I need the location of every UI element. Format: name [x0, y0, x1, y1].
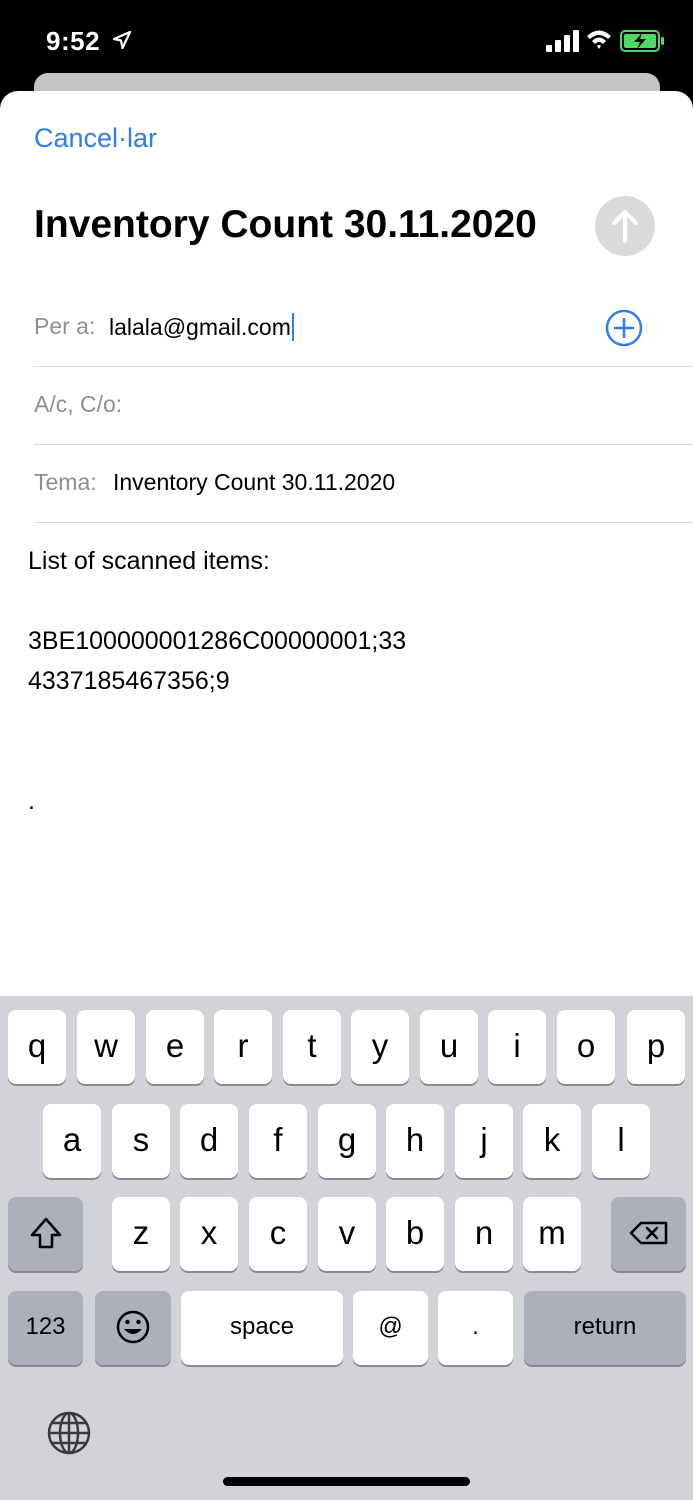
body-line: .: [28, 787, 35, 815]
shift-icon: [30, 1217, 61, 1249]
key-j[interactable]: j: [455, 1104, 513, 1178]
key-k[interactable]: k: [523, 1104, 581, 1178]
key-h[interactable]: h: [386, 1104, 444, 1178]
subject-field-row[interactable]: Tema: Inventory Count 30.11.2020: [34, 445, 693, 523]
key-q[interactable]: q: [8, 1010, 66, 1084]
to-label: Per a:: [34, 313, 96, 339]
message-body[interactable]: List of scanned items: 3BE100000001286C0…: [28, 541, 668, 821]
emoji-icon: [116, 1310, 150, 1344]
key-r[interactable]: r: [214, 1010, 272, 1084]
cancel-button[interactable]: Cancel·lar: [34, 123, 157, 154]
body-line: 3BE100000001286C00000001;33: [28, 627, 407, 655]
return-key[interactable]: return: [524, 1291, 686, 1365]
wifi-icon: [587, 30, 611, 49]
status-bar: 9:52: [0, 0, 693, 84]
key-y[interactable]: y: [351, 1010, 409, 1084]
battery-icon: [620, 30, 664, 52]
send-button[interactable]: [595, 196, 655, 256]
to-value: lalala@gmail.com: [109, 314, 291, 340]
globe-icon[interactable]: [46, 1410, 92, 1456]
key-b[interactable]: b: [386, 1197, 444, 1271]
shift-key[interactable]: [8, 1197, 83, 1271]
key-z[interactable]: z: [112, 1197, 170, 1271]
key-x[interactable]: x: [180, 1197, 238, 1271]
body-line: [28, 741, 668, 781]
text-caret: [291, 313, 294, 341]
key-t[interactable]: t: [283, 1010, 341, 1084]
status-time: 9:52: [46, 26, 101, 56]
to-field[interactable]: lalala@gmail.com: [109, 313, 294, 341]
key-p[interactable]: p: [627, 1010, 685, 1084]
signal-icon: [546, 30, 579, 52]
key-n[interactable]: n: [455, 1197, 513, 1271]
key-a[interactable]: a: [43, 1104, 101, 1178]
cc-label: A/c, C/o:: [34, 391, 123, 417]
body-line: [28, 581, 668, 621]
numbers-key[interactable]: 123: [8, 1291, 83, 1365]
key-v[interactable]: v: [318, 1197, 376, 1271]
key-m[interactable]: m: [523, 1197, 581, 1271]
key-l[interactable]: l: [592, 1104, 650, 1178]
body-line: List of scanned items:: [28, 547, 270, 575]
arrow-up-icon: [612, 210, 638, 243]
key-g[interactable]: g: [318, 1104, 376, 1178]
body-line: 4337185467356;9: [28, 667, 230, 695]
key-s[interactable]: s: [112, 1104, 170, 1178]
at-key[interactable]: @: [353, 1291, 428, 1365]
key-f[interactable]: f: [249, 1104, 307, 1178]
space-key[interactable]: space: [181, 1291, 343, 1365]
cc-field-row[interactable]: A/c, C/o:: [34, 367, 693, 445]
key-d[interactable]: d: [180, 1104, 238, 1178]
delete-key[interactable]: [611, 1197, 686, 1271]
subject-field[interactable]: Inventory Count 30.11.2020: [113, 469, 395, 496]
key-c[interactable]: c: [249, 1197, 307, 1271]
keyboard: q w e r t y u i o p a s d f g h j k l z …: [0, 996, 693, 1500]
home-indicator: [223, 1477, 470, 1486]
emoji-key[interactable]: [95, 1291, 171, 1365]
key-u[interactable]: u: [420, 1010, 478, 1084]
page-title: Inventory Count 30.11.2020: [34, 203, 537, 246]
key-w[interactable]: w: [77, 1010, 135, 1084]
body-line: [28, 701, 668, 741]
location-arrow-icon: [112, 30, 132, 50]
key-e[interactable]: e: [146, 1010, 204, 1084]
subject-label: Tema:: [34, 469, 97, 495]
plus-circle-icon[interactable]: [605, 309, 643, 347]
delete-icon: [629, 1221, 667, 1245]
key-o[interactable]: o: [557, 1010, 615, 1084]
to-field-row[interactable]: Per a: lalala@gmail.com: [34, 289, 693, 367]
key-i[interactable]: i: [488, 1010, 546, 1084]
dot-key[interactable]: .: [438, 1291, 513, 1365]
